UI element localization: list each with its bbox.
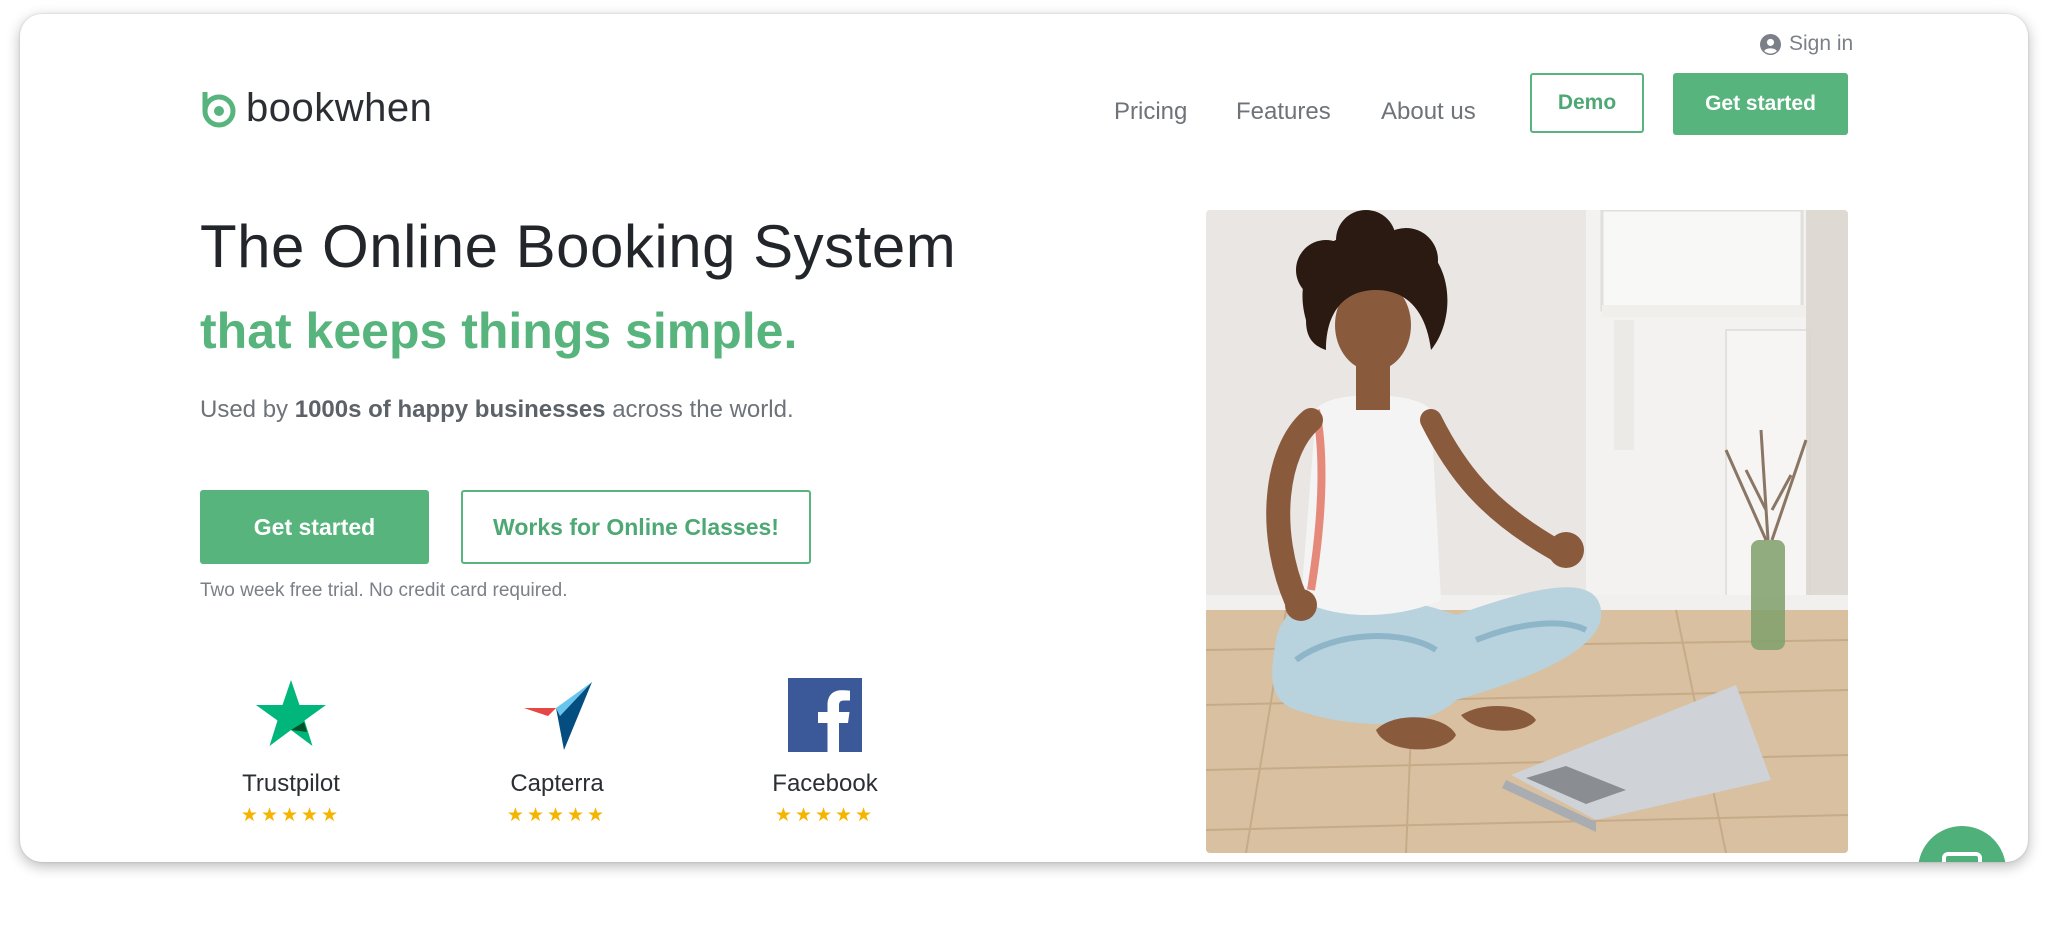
online-classes-button[interactable]: Works for Online Classes! (461, 490, 811, 564)
bookwhen-b-icon (202, 91, 236, 127)
review-name: Trustpilot (242, 770, 340, 797)
review-name: Capterra (510, 770, 604, 797)
page-title: The Online Booking System (200, 213, 957, 280)
star-rating: ★★★★★ (774, 805, 876, 826)
facebook-icon (788, 678, 862, 752)
star-rating: ★★★★★ (240, 805, 342, 826)
tagline-prefix: Used by (200, 396, 289, 423)
landing-page-card: Sign in bookwhen Pricing Features About … (20, 14, 2028, 862)
trial-note: Two week free trial. No credit card requ… (200, 580, 568, 601)
review-facebook[interactable]: Facebook ★★★★★ (735, 678, 915, 827)
tagline-highlight: 1000s of happy businesses (294, 396, 606, 423)
star-rating: ★★★★★ (506, 805, 608, 826)
user-circle-icon (1760, 33, 1781, 55)
demo-button[interactable]: Demo (1530, 73, 1644, 133)
sign-in-link[interactable]: Sign in (1760, 32, 1853, 56)
nav-pricing[interactable]: Pricing (1114, 98, 1187, 126)
review-name: Facebook (772, 770, 878, 797)
chat-widget-button[interactable] (1918, 826, 2006, 862)
capterra-icon (524, 682, 592, 750)
nav-about-us[interactable]: About us (1381, 98, 1476, 126)
get-started-header-button[interactable]: Get started (1673, 73, 1848, 135)
review-capterra[interactable]: Capterra ★★★★★ (467, 678, 647, 827)
trustpilot-star-icon (256, 680, 326, 746)
tagline: Used by 1000s of happy businesses across… (200, 396, 794, 424)
review-trustpilot[interactable]: Trustpilot ★★★★★ (201, 678, 381, 827)
chat-icon (1942, 852, 1982, 862)
get-started-button[interactable]: Get started (200, 490, 429, 564)
page-subtitle: that keeps things simple. (200, 303, 798, 359)
bookwhen-logo[interactable]: bookwhen (200, 86, 432, 131)
logo-text: bookwhen (246, 86, 433, 130)
sign-in-label: Sign in (1789, 32, 1854, 55)
hero-photo-meditating-woman (1206, 210, 1848, 853)
nav-features[interactable]: Features (1236, 98, 1331, 126)
tagline-suffix: across the world. (612, 396, 794, 423)
